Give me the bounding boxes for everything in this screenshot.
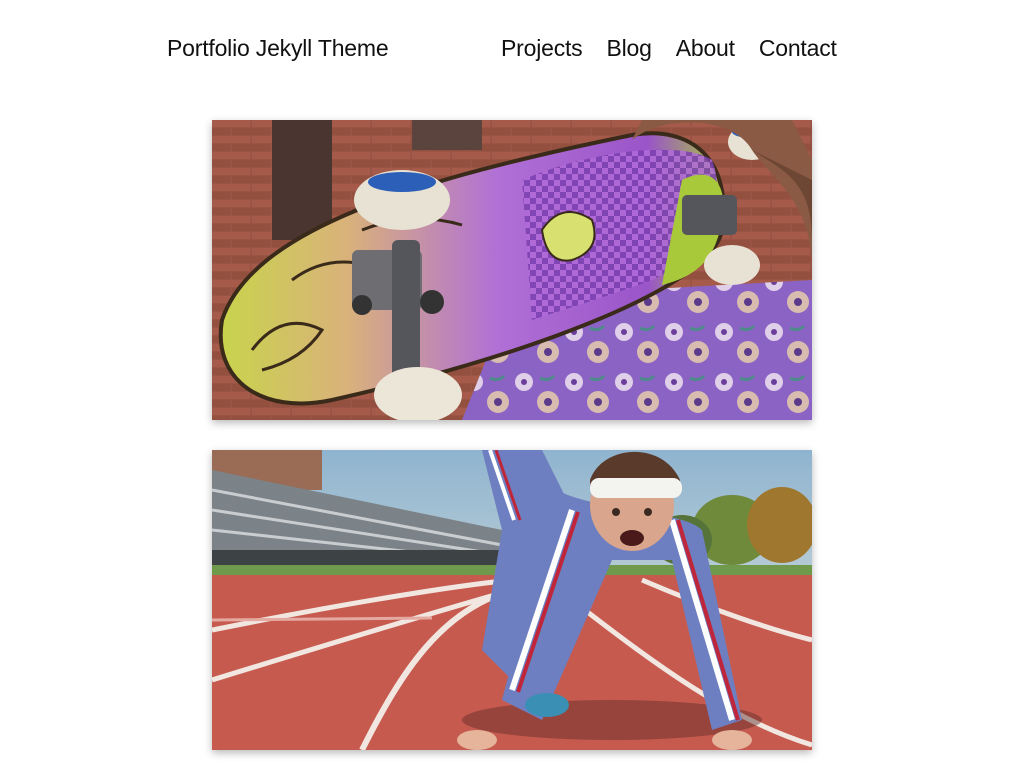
nav-blog[interactable]: Blog	[606, 35, 651, 62]
nav-contact[interactable]: Contact	[759, 35, 837, 62]
nav-projects[interactable]: Projects	[501, 35, 583, 62]
skateboard-photo	[212, 120, 812, 420]
sprinter-photo	[212, 450, 812, 750]
project-card-skateboard[interactable]	[212, 120, 812, 420]
main-nav: Projects Blog About Contact	[501, 35, 837, 62]
nav-about[interactable]: About	[676, 35, 735, 62]
site-title-link[interactable]: Portfolio Jekyll Theme	[167, 35, 389, 62]
site-header: Portfolio Jekyll Theme Projects Blog Abo…	[0, 0, 1024, 100]
project-card-sprinter[interactable]	[212, 450, 812, 750]
